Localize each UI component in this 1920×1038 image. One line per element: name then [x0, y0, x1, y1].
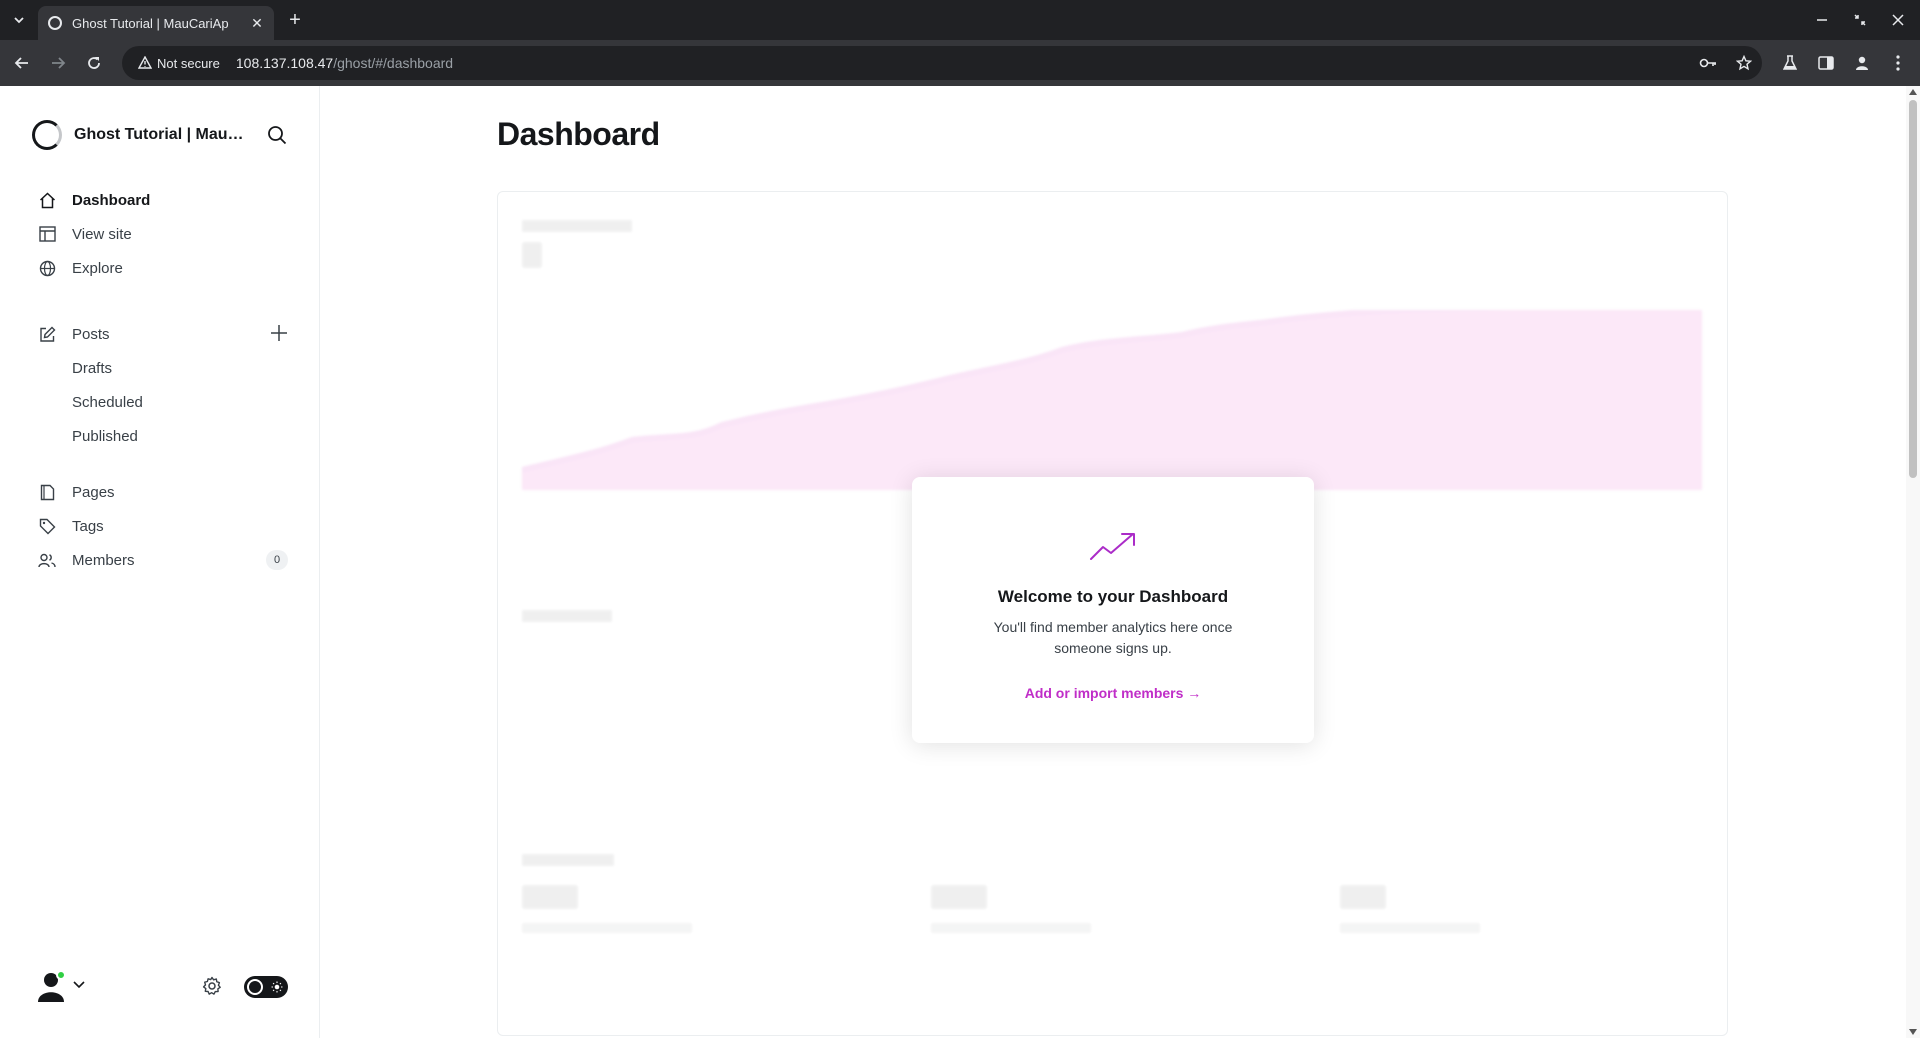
tag-icon — [38, 517, 56, 535]
address-bar[interactable]: Not secure 108.137.108.47/ghost/#/dashbo… — [122, 46, 1762, 80]
url-host: 108.137.108.47 — [235, 55, 334, 71]
sidebar-item-label: Members — [72, 551, 135, 569]
members-icon — [38, 551, 56, 569]
sidebar-item-drafts[interactable]: Drafts — [72, 353, 112, 383]
back-icon[interactable] — [8, 49, 36, 77]
pen-icon — [38, 325, 56, 343]
placeholder-number-bar — [931, 885, 987, 909]
profile-icon[interactable] — [1850, 51, 1874, 75]
layout-icon — [38, 225, 56, 243]
sidebar-item-label: Explore — [72, 259, 123, 277]
minimize-icon[interactable] — [1810, 8, 1834, 32]
reload-icon[interactable] — [80, 49, 108, 77]
sidebar-item-scheduled[interactable]: Scheduled — [72, 387, 143, 417]
browser-tab-bar: Ghost Tutorial | MauCariAp ✕ + — [0, 0, 1920, 40]
scroll-thumb[interactable] — [1909, 100, 1917, 478]
side-panel-icon[interactable] — [1814, 51, 1838, 75]
tab-title: Ghost Tutorial | MauCariAp — [72, 15, 229, 31]
site-logo-icon — [32, 120, 62, 150]
chevron-down-icon[interactable] — [72, 978, 86, 992]
sidebar-item-label: Posts — [72, 325, 110, 343]
sidebar-item-published[interactable]: Published — [72, 421, 138, 451]
page-title: Dashboard — [497, 116, 660, 152]
page-scrollbar[interactable] — [1906, 86, 1920, 1038]
warning-icon — [138, 56, 152, 69]
placeholder-label-bar — [522, 610, 612, 622]
scroll-up-arrow-icon[interactable] — [1908, 88, 1918, 96]
sidebar-item-pages[interactable]: Pages — [38, 477, 288, 507]
toggle-knob — [247, 979, 263, 995]
welcome-title: Welcome to your Dashboard — [997, 587, 1229, 606]
password-key-icon[interactable] — [1697, 53, 1719, 73]
placeholder-number-bar — [522, 242, 542, 268]
dark-mode-toggle[interactable] — [244, 976, 288, 998]
new-tab-button[interactable]: + — [282, 8, 308, 32]
welcome-empty-state-card: Welcome to your Dashboard You'll find me… — [912, 477, 1314, 743]
placeholder-number-bar — [1340, 885, 1386, 909]
url-text: 108.137.108.47/ghost/#/dashboard — [236, 55, 453, 71]
trending-up-icon — [1089, 531, 1137, 561]
sidebar-item-view-site[interactable]: View site — [38, 219, 288, 249]
url-path: /ghost/#/dashboard — [333, 55, 454, 71]
restore-icon[interactable] — [1848, 8, 1872, 32]
sidebar-item-label: Pages — [72, 483, 115, 501]
browser-toolbar: Not secure 108.137.108.47/ghost/#/dashbo… — [0, 40, 1920, 86]
sidebar: Ghost Tutorial | MauCariApa Dashboard Vi… — [0, 86, 320, 1038]
sidebar-item-posts[interactable]: Posts — [38, 319, 288, 349]
sidebar-item-tags[interactable]: Tags — [38, 511, 288, 541]
site-name: Ghost Tutorial | MauCariApa — [74, 126, 250, 143]
placeholder-caption-bar — [1340, 923, 1480, 933]
pages-icon — [38, 483, 56, 501]
sidebar-item-label: Dashboard — [72, 191, 151, 209]
sidebar-item-members[interactable]: Members — [38, 545, 288, 575]
welcome-description: You'll find member analytics here once s… — [993, 619, 1233, 656]
sidebar-item-label: View site — [72, 225, 132, 243]
site-brand[interactable]: Ghost Tutorial | MauCariApa — [32, 120, 250, 150]
placeholder-caption-bar — [931, 923, 1091, 933]
sidebar-item-explore[interactable]: Explore — [38, 253, 288, 283]
settings-gear-icon[interactable] — [200, 974, 224, 998]
scroll-down-arrow-icon[interactable] — [1908, 1028, 1918, 1036]
add-import-members-link[interactable]: Add or import members → — [912, 685, 1314, 701]
sidebar-item-dashboard[interactable]: Dashboard — [38, 185, 288, 215]
globe-icon — [38, 259, 56, 277]
placeholder-label-bar — [522, 854, 614, 866]
placeholder-area-chart — [522, 310, 1702, 490]
new-post-plus-icon[interactable] — [268, 322, 290, 344]
ghost-admin-app: Ghost Tutorial | MauCariApa Dashboard Vi… — [0, 86, 1920, 1038]
labs-flask-icon[interactable] — [1778, 51, 1802, 75]
members-count-badge: 0 — [266, 550, 288, 570]
home-icon — [38, 191, 56, 209]
online-status-dot — [56, 970, 66, 980]
bookmark-star-icon[interactable] — [1733, 53, 1755, 73]
tab-search-chevron-icon[interactable] — [6, 8, 32, 32]
security-chip[interactable]: Not secure — [130, 50, 228, 76]
sun-icon — [269, 979, 285, 995]
sidebar-item-label: Tags — [72, 517, 104, 535]
browser-menu-icon[interactable] — [1886, 51, 1910, 75]
close-window-icon[interactable] — [1886, 8, 1910, 32]
placeholder-caption-bar — [522, 923, 692, 933]
tab-close-icon[interactable]: ✕ — [248, 15, 266, 32]
ghost-favicon-icon — [48, 16, 62, 30]
forward-icon[interactable] — [44, 49, 72, 77]
security-label: Not secure — [157, 55, 220, 71]
browser-tab[interactable]: Ghost Tutorial | MauCariAp ✕ — [38, 6, 274, 40]
search-icon[interactable] — [264, 122, 290, 148]
placeholder-label-bar — [522, 220, 632, 232]
placeholder-number-bar — [522, 885, 578, 909]
